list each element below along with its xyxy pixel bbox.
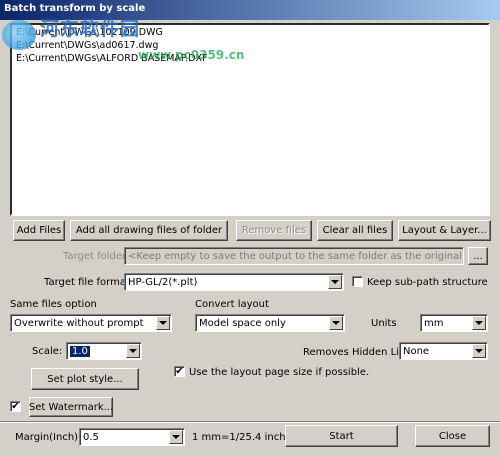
clear-all-label: Clear all files (322, 225, 388, 236)
add-folder-label: Add all drawing files of folder (75, 225, 223, 236)
same-files-select[interactable]: Overwrite without prompt (10, 314, 172, 332)
set-plot-style-button[interactable]: Set plot style... (31, 368, 139, 390)
target-format-label: Target file format (44, 277, 130, 288)
clear-all-files-button[interactable]: Clear all files (317, 220, 393, 241)
hidden-line-label: Removes Hidden Line (303, 347, 412, 358)
start-label: Start (329, 430, 354, 442)
chevron-down-icon[interactable] (329, 316, 343, 330)
layout-page-size-label: Use the layout page size if possible. (189, 367, 370, 378)
same-files-value: Overwrite without prompt (14, 317, 144, 329)
remove-files-label: Remove files (241, 225, 307, 236)
set-plot-style-label: Set plot style... (47, 373, 123, 385)
close-label: Close (438, 430, 467, 442)
hidden-line-select[interactable]: None (399, 342, 488, 360)
conversion-text: 1 mm=1/25.4 inch (192, 432, 286, 443)
target-format-select[interactable]: HP-GL/2(*.plt) (124, 273, 344, 291)
layout-page-size-checkbox[interactable]: ✔ (174, 366, 185, 377)
close-button[interactable]: Close (415, 425, 490, 447)
convert-layout-label: Convert layout (195, 299, 269, 310)
remove-files-button[interactable]: Remove files (236, 220, 312, 241)
units-label: Units (371, 318, 397, 329)
separator (0, 421, 500, 423)
chevron-down-icon[interactable] (328, 275, 342, 289)
browse-label: ... (473, 250, 483, 262)
units-value: mm (424, 317, 444, 329)
target-folder-input[interactable]: <Keep empty to save the output to the sa… (124, 247, 464, 265)
chevron-down-icon[interactable] (126, 344, 140, 358)
chevron-down-icon[interactable] (472, 344, 486, 358)
layout-layer-label: Layout & Layer... (402, 225, 487, 236)
target-format-value: HP-GL/2(*.plt) (128, 276, 198, 288)
same-files-label: Same files option (10, 299, 97, 310)
chevron-down-icon[interactable] (472, 316, 486, 330)
set-watermark-button[interactable]: Set Watermark... (29, 397, 113, 417)
scale-value: 1.0 (70, 345, 90, 357)
convert-layout-select[interactable]: Model space only (195, 314, 345, 332)
chevron-down-icon[interactable] (156, 316, 170, 330)
chevron-down-icon[interactable] (169, 430, 183, 444)
add-files-label: Add Files (16, 225, 62, 236)
margin-select[interactable]: 0.5 (79, 428, 185, 446)
set-watermark-label: Set Watermark... (28, 401, 114, 413)
watermark-url: www.pc0359.cn (138, 48, 245, 62)
hidden-line-value: None (403, 345, 430, 357)
scale-label: Scale: (32, 346, 63, 357)
window-title: Batch transform by scale (4, 3, 146, 14)
units-select[interactable]: mm (420, 314, 488, 332)
browse-folder-button[interactable]: ... (468, 247, 488, 265)
scale-select[interactable]: 1.0 (66, 342, 142, 360)
keep-subpath-checkbox[interactable] (352, 276, 363, 287)
keep-subpath-label: Keep sub-path structure (367, 277, 488, 288)
add-files-button[interactable]: Add Files (13, 220, 65, 241)
convert-layout-value: Model space only (199, 317, 286, 329)
target-folder-label: Target folder (63, 251, 127, 262)
margin-value: 0.5 (83, 431, 99, 443)
watermark-checkbox[interactable]: ✔ (10, 401, 21, 412)
add-folder-button[interactable]: Add all drawing files of folder (70, 220, 228, 241)
file-list[interactable]: E:\Current\DWGs\102109.DWG E:\Current\DW… (10, 23, 490, 216)
watermark-text: 河东软件园 (40, 18, 141, 40)
start-button[interactable]: Start (285, 425, 398, 447)
watermark-logo-icon (2, 20, 36, 50)
margin-label: Margin(Inch): (15, 432, 82, 443)
layout-layer-button[interactable]: Layout & Layer... (398, 220, 491, 241)
